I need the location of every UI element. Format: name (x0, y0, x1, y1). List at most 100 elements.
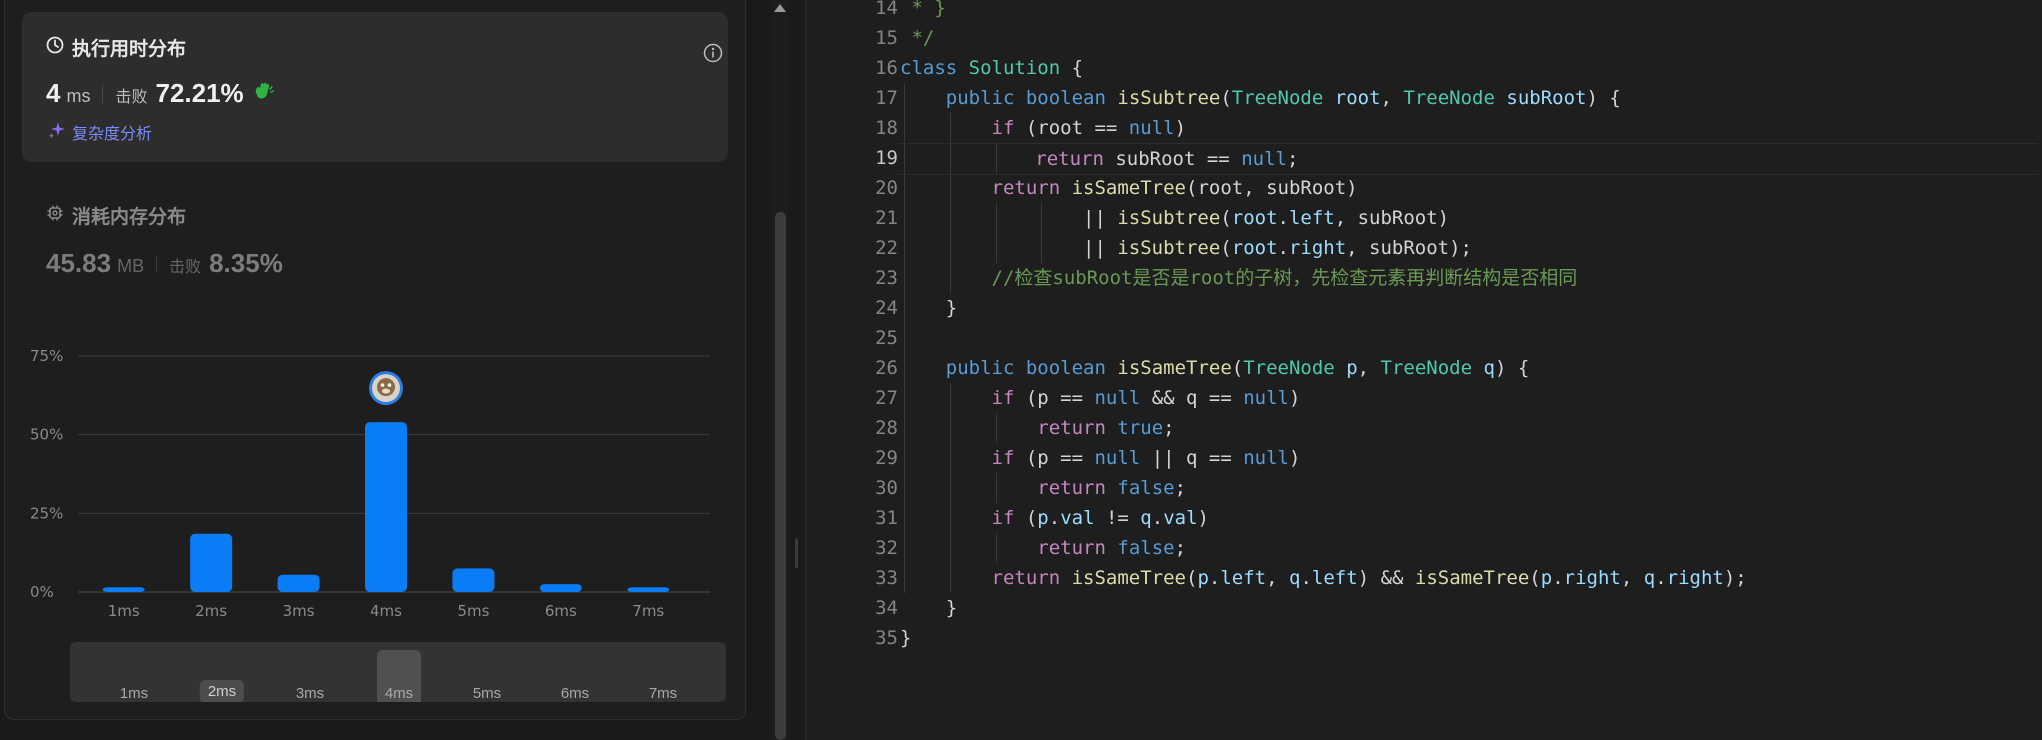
code-token: ( (1220, 207, 1232, 229)
runtime-unit: ms (66, 86, 91, 106)
line-number: 16 (875, 57, 898, 79)
code-token: , (1266, 567, 1290, 589)
range-label[interactable]: 7ms (644, 684, 682, 702)
code-line[interactable]: return false; (900, 533, 1186, 563)
code-token: null (1094, 387, 1141, 409)
code-line[interactable]: if (p.val != q.val) (900, 503, 1209, 533)
chart-bar[interactable] (365, 422, 407, 592)
scroll-thumb[interactable] (775, 212, 786, 740)
chart-bar[interactable] (102, 587, 145, 592)
range-slider[interactable]: 1ms 2ms 3ms 4ms 5ms 6ms 7ms (70, 642, 726, 702)
scroll-up-arrow-icon[interactable] (774, 4, 786, 12)
line-number: 24 (875, 297, 898, 319)
left-scrollbar[interactable] (772, 0, 788, 740)
code-line[interactable]: //检查subRoot是否是root的子树，先检查元素再判断结构是否相同 (900, 263, 1578, 293)
runtime-title: 执行用时分布 (46, 34, 186, 61)
code-token: ( (1014, 507, 1038, 529)
range-label[interactable]: 6ms (556, 684, 594, 702)
code-token: q (1140, 507, 1152, 529)
code-line[interactable]: if (p == null && q == null) (900, 383, 1301, 413)
code-token: left (1311, 567, 1358, 589)
code-line[interactable]: || isSubtree(root.left, subRoot) (900, 203, 1449, 233)
range-label[interactable]: 4ms (380, 684, 418, 702)
range-label[interactable]: 2ms (199, 680, 245, 702)
code-token: || (900, 237, 1118, 259)
range-label[interactable]: 1ms (115, 684, 153, 702)
code-token: ) { (1586, 87, 1621, 109)
line-number: 31 (875, 507, 898, 529)
range-label[interactable]: 5ms (468, 684, 506, 702)
code-line[interactable]: } (900, 593, 957, 623)
code-token: && q == (1140, 387, 1244, 409)
chart-bar[interactable] (277, 574, 320, 592)
complexity-analysis-link[interactable]: 复杂度分析 (48, 120, 152, 144)
code-token: TreeNode (1231, 87, 1324, 109)
line-number: 20 (875, 177, 898, 199)
chart-bar[interactable] (190, 533, 233, 592)
x-tick-label: 1ms (108, 602, 140, 620)
code-token: , (1357, 357, 1381, 379)
code-token: return (1035, 148, 1104, 170)
code-token: right (1666, 567, 1724, 589)
runtime-value: 4 (46, 78, 61, 108)
chart-bar[interactable] (452, 568, 495, 592)
code-token: (root == (1014, 117, 1129, 139)
splitter-grip[interactable] (795, 538, 798, 568)
range-label[interactable]: 3ms (291, 684, 329, 702)
code-line[interactable]: */ (900, 23, 934, 53)
line-number: 26 (875, 357, 898, 379)
runtime-card[interactable]: 执行用时分布 4 ms 击败 72.21% 复杂度分析 (22, 12, 728, 162)
code-token: ( (1220, 237, 1232, 259)
code-line[interactable]: if (root == null) (900, 113, 1187, 143)
code-line[interactable]: return isSameTree(p.left, q.left) && isS… (900, 563, 1747, 593)
info-icon[interactable] (703, 43, 723, 63)
code-line[interactable]: || isSubtree(root.right, subRoot); (900, 233, 1472, 263)
code-token: . (1208, 567, 1221, 589)
runtime-beat-percent: 72.21% (155, 78, 244, 108)
code-token: isSubtree (1117, 207, 1221, 229)
code-token: . (1552, 567, 1564, 589)
code-line[interactable]: return subRoot == null; (898, 143, 2038, 175)
code-token: (p == (1014, 447, 1095, 469)
code-token: . (1300, 567, 1312, 589)
line-number: 25 (875, 327, 898, 349)
code-area[interactable]: * } */ class Solution { public boolean is… (898, 0, 2038, 740)
code-line[interactable]: class Solution { (900, 53, 1083, 83)
code-token: boolean (1025, 357, 1106, 379)
code-editor[interactable]: 14 15 16 17 18 19 20 21 22 23 24 25 26 27 28 29 30 31 32 33… (805, 0, 2042, 740)
code-line[interactable]: * } (900, 0, 945, 23)
runtime-distribution-chart[interactable]: 0% 25% 50% 75% 1ms 2ms 3ms 4ms 5ms 6ms 7ms (30, 330, 720, 630)
code-line[interactable]: return isSameTree(root, subRoot) (900, 173, 1358, 203)
sparkle-icon (48, 121, 66, 144)
code-line[interactable]: return true; (900, 413, 1174, 443)
code-token: val (1060, 507, 1095, 529)
code-line[interactable]: public boolean isSubtree(TreeNode root, … (900, 83, 1621, 113)
line-number: 17 (875, 87, 898, 109)
code-line[interactable]: public boolean isSameTree(TreeNode p, Tr… (900, 353, 1530, 383)
line-number: 28 (875, 417, 898, 439)
code-token: isSubtree (1117, 87, 1221, 109)
code-token: left (1288, 207, 1335, 229)
code-token: if (991, 507, 1015, 529)
user-avatar-marker (369, 371, 403, 406)
code-token: ( (1529, 567, 1541, 589)
panel-splitter[interactable] (788, 0, 805, 740)
code-token: subRoot == (1103, 148, 1242, 170)
code-line[interactable]: if (p == null || q == null) (900, 443, 1301, 473)
chart-bar[interactable] (539, 584, 582, 592)
complexity-link-text: 复杂度分析 (72, 126, 153, 143)
memory-title[interactable]: 消耗内存分布 (46, 202, 186, 229)
code-line[interactable]: } (900, 293, 957, 323)
code-line[interactable]: return false; (900, 473, 1186, 503)
code-line[interactable]: } (900, 623, 911, 653)
chart-bar[interactable] (627, 587, 670, 592)
code-token: //检查subRoot是否是root的子树，先检查元素再判断结构是否相同 (991, 267, 1578, 289)
code-token: ); (1723, 567, 1747, 589)
